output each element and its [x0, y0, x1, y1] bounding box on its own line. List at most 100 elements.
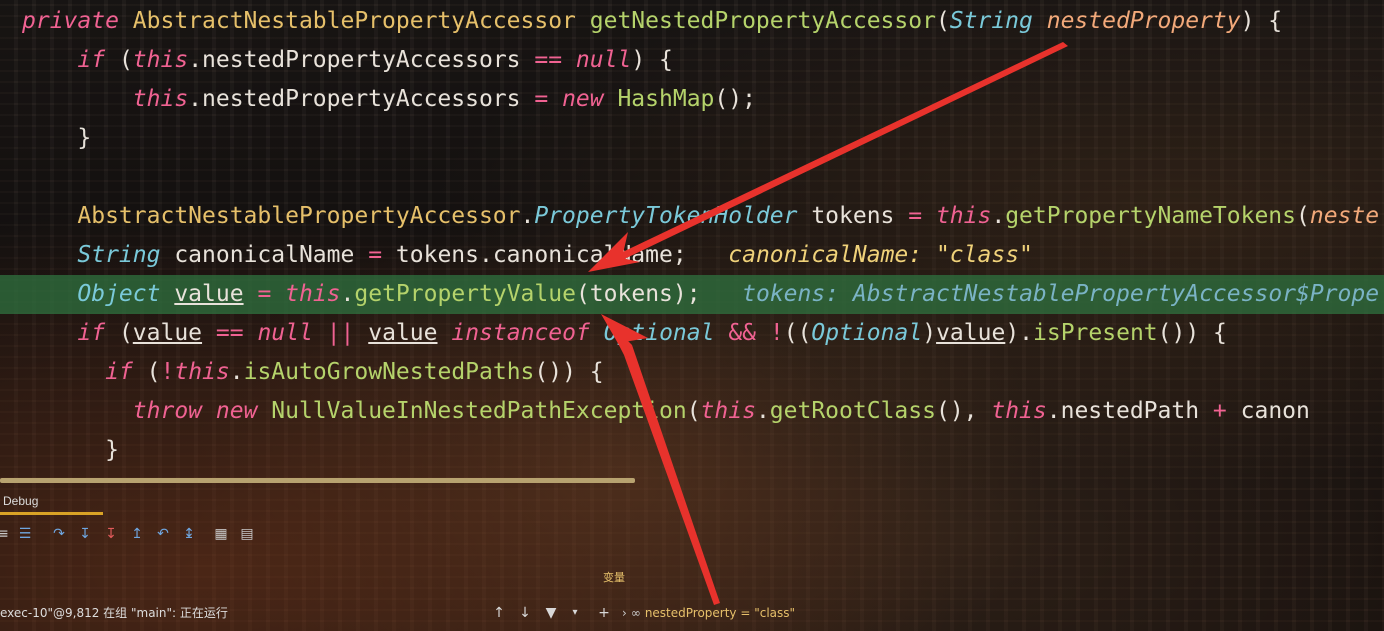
- code-line-content: Object value = this.getPropertyValue(tok…: [0, 281, 1379, 307]
- code-token: Optional: [603, 320, 729, 346]
- debug-status-bar: exec-10"@9,812 在组 "main": 正在运行 ↑ ↓ ▼ ▾ +…: [0, 600, 1384, 626]
- code-token: isPresent: [1033, 320, 1158, 346]
- code-line[interactable]: }: [0, 431, 1384, 470]
- evaluate-icon[interactable]: ▦: [212, 524, 230, 544]
- code-token: NullValueInNestedPathException: [271, 398, 687, 424]
- debug-tool-window-header: Debug: [0, 488, 1384, 515]
- code-token: getPropertyNameTokens: [1005, 203, 1296, 229]
- editor-horizontal-scrollbar[interactable]: [0, 478, 635, 483]
- code-line[interactable]: this.nestedPropertyAccessors = new HashM…: [0, 80, 1384, 119]
- code-token: =: [534, 86, 563, 112]
- code-line-content: private AbstractNestablePropertyAccessor…: [0, 8, 1282, 34]
- code-token: ();: [714, 86, 756, 112]
- code-token: !: [160, 359, 175, 385]
- watch-expression: nestedProperty = "class": [644, 606, 796, 620]
- code-token: ()) {: [534, 359, 604, 385]
- threads-icon[interactable]: ☰: [16, 524, 34, 544]
- code-line[interactable]: String canonicalName = tokens.canonicalN…: [0, 236, 1384, 275]
- code-token: getNestedPropertyAccessor: [589, 8, 936, 34]
- code-token: AbstractNestablePropertyAccessor: [77, 203, 521, 229]
- code-token: .: [520, 203, 535, 229]
- code-editor[interactable]: private AbstractNestablePropertyAccessor…: [0, 0, 1384, 482]
- code-line[interactable]: if (this.nestedPropertyAccessors == null…: [0, 41, 1384, 80]
- thread-status[interactable]: exec-10"@9,812 在组 "main": 正在运行: [0, 600, 228, 626]
- code-line[interactable]: private AbstractNestablePropertyAccessor…: [0, 2, 1384, 41]
- code-line-content: String canonicalName = tokens.canonicalN…: [0, 242, 1033, 268]
- debug-toolbar: ≡ ☰ ↷ ↧ ↧ ↥ ↶ ↨ ▦ ▤: [0, 524, 270, 546]
- code-token: instanceof: [451, 320, 604, 346]
- code-token: this: [132, 47, 189, 73]
- code-token: .nestedPropertyAccessors: [188, 86, 535, 112]
- code-line-content: throw new NullValueInNestedPathException…: [0, 398, 1310, 424]
- code-line[interactable]: if (value == null || value instanceof Op…: [0, 314, 1384, 353]
- expand-chevron-icon[interactable]: ›: [622, 606, 627, 620]
- code-token: neste: [1309, 203, 1380, 229]
- code-token: (),: [935, 398, 992, 424]
- code-token: ()) {: [1157, 320, 1227, 346]
- code-token: ).: [1005, 320, 1034, 346]
- code-token: canonicalName: [174, 242, 369, 268]
- code-line-content: }: [0, 437, 119, 463]
- code-token: canonicalName: "class": [728, 242, 1033, 268]
- code-token: if: [77, 47, 119, 73]
- code-line[interactable]: AbstractNestablePropertyAccessor.Propert…: [0, 197, 1384, 236]
- watch-row[interactable]: › ∞ nestedProperty = "class": [622, 600, 795, 626]
- code-line[interactable]: }: [0, 119, 1384, 158]
- variables-label: 变量: [603, 571, 625, 584]
- step-over-icon[interactable]: ↷: [50, 524, 68, 544]
- code-token: }: [22, 125, 92, 151]
- code-token: (tokens);: [575, 281, 743, 307]
- code-token: null: [257, 320, 327, 346]
- code-token: .: [340, 281, 355, 307]
- code-line[interactable]: throw new NullValueInNestedPathException…: [0, 392, 1384, 431]
- code-token: this: [700, 398, 756, 424]
- code-token: HashMap: [617, 86, 715, 112]
- code-token: =: [257, 281, 286, 307]
- code-token: =: [368, 242, 396, 268]
- watch-glasses-icon: ∞: [630, 606, 641, 620]
- code-token: (: [935, 8, 950, 34]
- code-line-content: if (value == null || value instanceof Op…: [0, 320, 1227, 346]
- code-token: PropertyTokenHolder: [534, 203, 812, 229]
- code-token: tokens: AbstractNestablePropertyAccessor…: [742, 281, 1380, 307]
- code-token: this: [285, 281, 341, 307]
- current-execution-line[interactable]: Object value = this.getPropertyValue(tok…: [0, 275, 1384, 314]
- code-token: new: [215, 398, 272, 424]
- code-token: ==: [215, 320, 258, 346]
- code-token: new: [562, 86, 618, 112]
- code-line[interactable]: if (!this.isAutoGrowNestedPaths()) {: [0, 353, 1384, 392]
- code-token: ||: [326, 320, 369, 346]
- code-token: AbstractNestablePropertyAccessor: [132, 8, 590, 34]
- code-token: ((: [783, 320, 812, 346]
- code-token: throw: [132, 398, 216, 424]
- code-token: ): [922, 320, 937, 346]
- code-line-content: this.nestedPropertyAccessors = new HashM…: [0, 86, 756, 112]
- code-token: Optional: [811, 320, 923, 346]
- step-out-icon[interactable]: ↥: [128, 524, 146, 544]
- code-token: +: [1212, 398, 1241, 424]
- debug-tab[interactable]: Debug: [0, 488, 103, 515]
- force-step-into-icon[interactable]: ↧: [102, 524, 120, 544]
- dropdown-icon[interactable]: ▾: [566, 600, 584, 626]
- run-to-cursor-icon[interactable]: ↨: [180, 524, 198, 544]
- code-token: nestedProperty: [1046, 8, 1241, 34]
- code-line-content: if (!this.isAutoGrowNestedPaths()) {: [0, 359, 604, 385]
- drop-frame-icon[interactable]: ↶: [154, 524, 172, 544]
- code-token: ==: [534, 47, 576, 73]
- code-token: this: [935, 203, 992, 229]
- arrow-down-icon[interactable]: ↓: [516, 600, 534, 626]
- filter-icon[interactable]: ▼: [542, 600, 560, 626]
- add-watch-icon[interactable]: +: [595, 600, 613, 626]
- step-into-icon[interactable]: ↧: [76, 524, 94, 544]
- trace-icon[interactable]: ▤: [238, 524, 256, 544]
- code-token: .: [991, 203, 1006, 229]
- code-token: String: [77, 242, 175, 268]
- console-icon[interactable]: ≡: [0, 524, 12, 544]
- arrow-up-icon[interactable]: ↑: [490, 600, 508, 626]
